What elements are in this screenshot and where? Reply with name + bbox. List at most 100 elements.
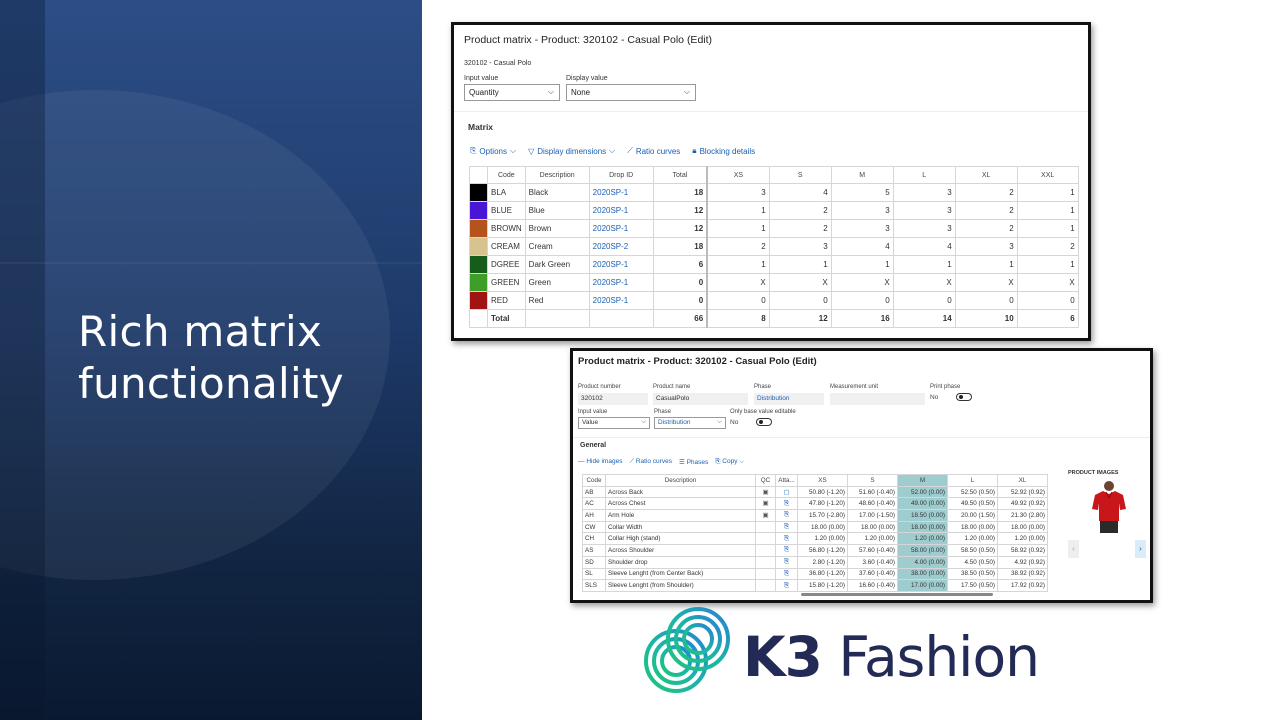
measurement-unit-field[interactable]: [830, 393, 925, 405]
size-quantity-cell[interactable]: 2: [1016, 237, 1079, 256]
attachment-icon[interactable]: ⎘: [775, 579, 798, 592]
attachment-icon[interactable]: ⎘: [775, 532, 798, 546]
size-measure-cell[interactable]: 3.60 (-0.40): [847, 555, 898, 569]
size-measure-cell[interactable]: 52.50 (0.50): [947, 485, 998, 499]
size-measure-cell[interactable]: 15.70 (-2.80): [797, 509, 848, 522]
ratio-curves-button[interactable]: ⟋ Ratio curves: [627, 145, 680, 157]
attachment-icon[interactable]: ⎘: [775, 520, 798, 534]
attachment-icon[interactable]: ⎘: [775, 509, 798, 522]
size-measure-cell[interactable]: 1.20 (0.00): [797, 532, 848, 546]
size-quantity-cell[interactable]: 0: [706, 291, 770, 310]
qc-icon[interactable]: [755, 579, 776, 592]
size-quantity-cell[interactable]: 5: [830, 183, 894, 202]
table-row[interactable]: BLUE Blue 2020SP-1 12 1 2 3 3 2 1: [469, 201, 1079, 220]
size-quantity-cell[interactable]: 3: [954, 237, 1018, 256]
table-row[interactable]: BROWN Brown 2020SP-1 12 1 2 3 3 2 1: [469, 219, 1079, 238]
size-quantity-cell[interactable]: 3: [892, 201, 956, 220]
column-header[interactable]: S: [768, 166, 832, 184]
size-quantity-cell[interactable]: 2: [954, 201, 1018, 220]
options-button[interactable]: ⎘ Options ⌵: [470, 145, 516, 157]
column-header[interactable]: XL: [954, 166, 1018, 184]
drop-id-link[interactable]: 2020SP-1: [588, 183, 654, 202]
table-row[interactable]: RED Red 2020SP-1 0 0 0 0 0 0 0: [469, 291, 1079, 310]
size-quantity-cell[interactable]: 1: [830, 255, 894, 274]
size-measure-cell[interactable]: 18.00 (0.00): [947, 520, 998, 534]
size-measure-cell[interactable]: 18.00 (0.00): [847, 520, 898, 534]
size-quantity-cell[interactable]: 2: [706, 237, 770, 256]
size-measure-cell[interactable]: 1.20 (0.00): [947, 532, 998, 546]
phase-field[interactable]: Distribution: [754, 393, 824, 405]
drop-id-link[interactable]: 2020SP-2: [588, 237, 654, 256]
size-measure-cell[interactable]: 47.80 (-1.20): [797, 497, 848, 511]
display-value-select[interactable]: None ⌵: [566, 84, 696, 101]
size-measure-cell[interactable]: 18.50 (0.00): [897, 509, 948, 522]
size-measure-cell[interactable]: 50.80 (-1.20): [797, 485, 848, 499]
product-number-field[interactable]: 320102: [578, 393, 648, 405]
size-quantity-cell[interactable]: 0: [892, 291, 956, 310]
horizontal-scrollbar[interactable]: [801, 593, 993, 596]
column-header[interactable]: Drop ID: [588, 166, 654, 184]
column-header[interactable]: M: [897, 474, 948, 487]
qc-icon[interactable]: [755, 567, 776, 581]
size-quantity-cell[interactable]: 0: [954, 291, 1018, 310]
size-measure-cell[interactable]: 36.80 (-1.20): [797, 567, 848, 581]
phases-button[interactable]: ☰ Phases: [679, 458, 708, 466]
size-quantity-cell[interactable]: 4: [768, 183, 832, 202]
table-row[interactable]: DGREE Dark Green 2020SP-1 6 1 1 1 1 1 1: [469, 255, 1079, 274]
size-quantity-cell[interactable]: X: [830, 273, 894, 292]
qc-icon[interactable]: [755, 520, 776, 534]
size-quantity-cell[interactable]: 3: [830, 219, 894, 238]
size-quantity-cell[interactable]: 3: [706, 183, 770, 202]
column-header[interactable]: Total: [652, 166, 708, 184]
size-measure-cell[interactable]: 37.60 (-0.40): [847, 567, 898, 581]
size-quantity-cell[interactable]: X: [768, 273, 832, 292]
column-header[interactable]: Code: [582, 474, 606, 487]
ratio-curves-button[interactable]: ⟋ Ratio curves: [629, 458, 672, 466]
attachment-icon[interactable]: ⎘: [775, 497, 798, 511]
measurement-row[interactable]: AS Across Shoulder ⎘ 56.80 (-1.20) 57.60 (-0…: [582, 544, 1048, 557]
size-measure-cell[interactable]: 49.50 (0.50): [947, 497, 998, 511]
column-header[interactable]: Atta...: [775, 474, 798, 487]
size-measure-cell[interactable]: 58.00 (0.00): [897, 544, 948, 557]
size-measure-cell[interactable]: 15.80 (-1.20): [797, 579, 848, 592]
size-measure-cell[interactable]: 4.50 (0.50): [947, 555, 998, 569]
size-measure-cell[interactable]: 58.92 (0.92): [997, 544, 1048, 557]
size-quantity-cell[interactable]: 1: [706, 219, 770, 238]
size-quantity-cell[interactable]: 3: [892, 183, 956, 202]
hide-images-button[interactable]: — Hide images: [578, 458, 622, 466]
size-measure-cell[interactable]: 17.00 (-1.50): [847, 509, 898, 522]
size-quantity-cell[interactable]: 1: [1016, 255, 1079, 274]
column-header[interactable]: QC: [755, 474, 776, 487]
size-measure-cell[interactable]: 18.00 (0.00): [997, 520, 1048, 534]
size-measure-cell[interactable]: 49.00 (0.00): [897, 497, 948, 511]
size-quantity-cell[interactable]: 4: [830, 237, 894, 256]
size-measure-cell[interactable]: 49.92 (0.92): [997, 497, 1048, 511]
drop-id-link[interactable]: 2020SP-1: [588, 273, 654, 292]
measurement-row[interactable]: AH Arm Hole ▣ ⎘ 15.70 (-2.80) 17.00 (-1.50) 18…: [582, 509, 1048, 522]
drop-id-link[interactable]: 2020SP-1: [588, 291, 654, 310]
qc-icon[interactable]: [755, 555, 776, 569]
measurement-row[interactable]: AC Across Chest ▣ ⎘ 47.80 (-1.20) 48.60 (-0.4…: [582, 497, 1048, 511]
previous-image-button[interactable]: ‹: [1068, 540, 1079, 558]
size-quantity-cell[interactable]: 0: [830, 291, 894, 310]
print-phase-toggle[interactable]: [956, 393, 972, 401]
size-measure-cell[interactable]: 1.20 (0.00): [897, 532, 948, 546]
copy-button[interactable]: ⎘ Copy ⌵: [715, 458, 744, 466]
qc-icon[interactable]: ▣: [755, 497, 776, 511]
size-measure-cell[interactable]: 58.50 (0.50): [947, 544, 998, 557]
size-quantity-cell[interactable]: 1: [706, 201, 770, 220]
size-measure-cell[interactable]: 52.92 (0.92): [997, 485, 1048, 499]
column-header[interactable]: XL: [997, 474, 1048, 487]
size-quantity-cell[interactable]: X: [892, 273, 956, 292]
size-measure-cell[interactable]: 16.60 (-0.40): [847, 579, 898, 592]
measurement-row[interactable]: SLS Sleeve Lenght (from Shoulder) ⎘ 15.80 (…: [582, 579, 1048, 592]
attachment-icon[interactable]: ⎘: [775, 567, 798, 581]
attachment-icon[interactable]: ▢: [775, 485, 798, 499]
size-quantity-cell[interactable]: 1: [1016, 219, 1079, 238]
size-measure-cell[interactable]: 51.60 (-0.40): [847, 485, 898, 499]
measurement-row[interactable]: CW Collar Width ⎘ 18.00 (0.00) 18.00 (0.00) 1…: [582, 520, 1048, 534]
measurement-row[interactable]: AB Across Back ▣ ▢ 50.80 (-1.20) 51.60 (-0.40…: [582, 485, 1048, 499]
size-quantity-cell[interactable]: 4: [892, 237, 956, 256]
size-quantity-cell[interactable]: 3: [830, 201, 894, 220]
size-quantity-cell[interactable]: 3: [768, 237, 832, 256]
